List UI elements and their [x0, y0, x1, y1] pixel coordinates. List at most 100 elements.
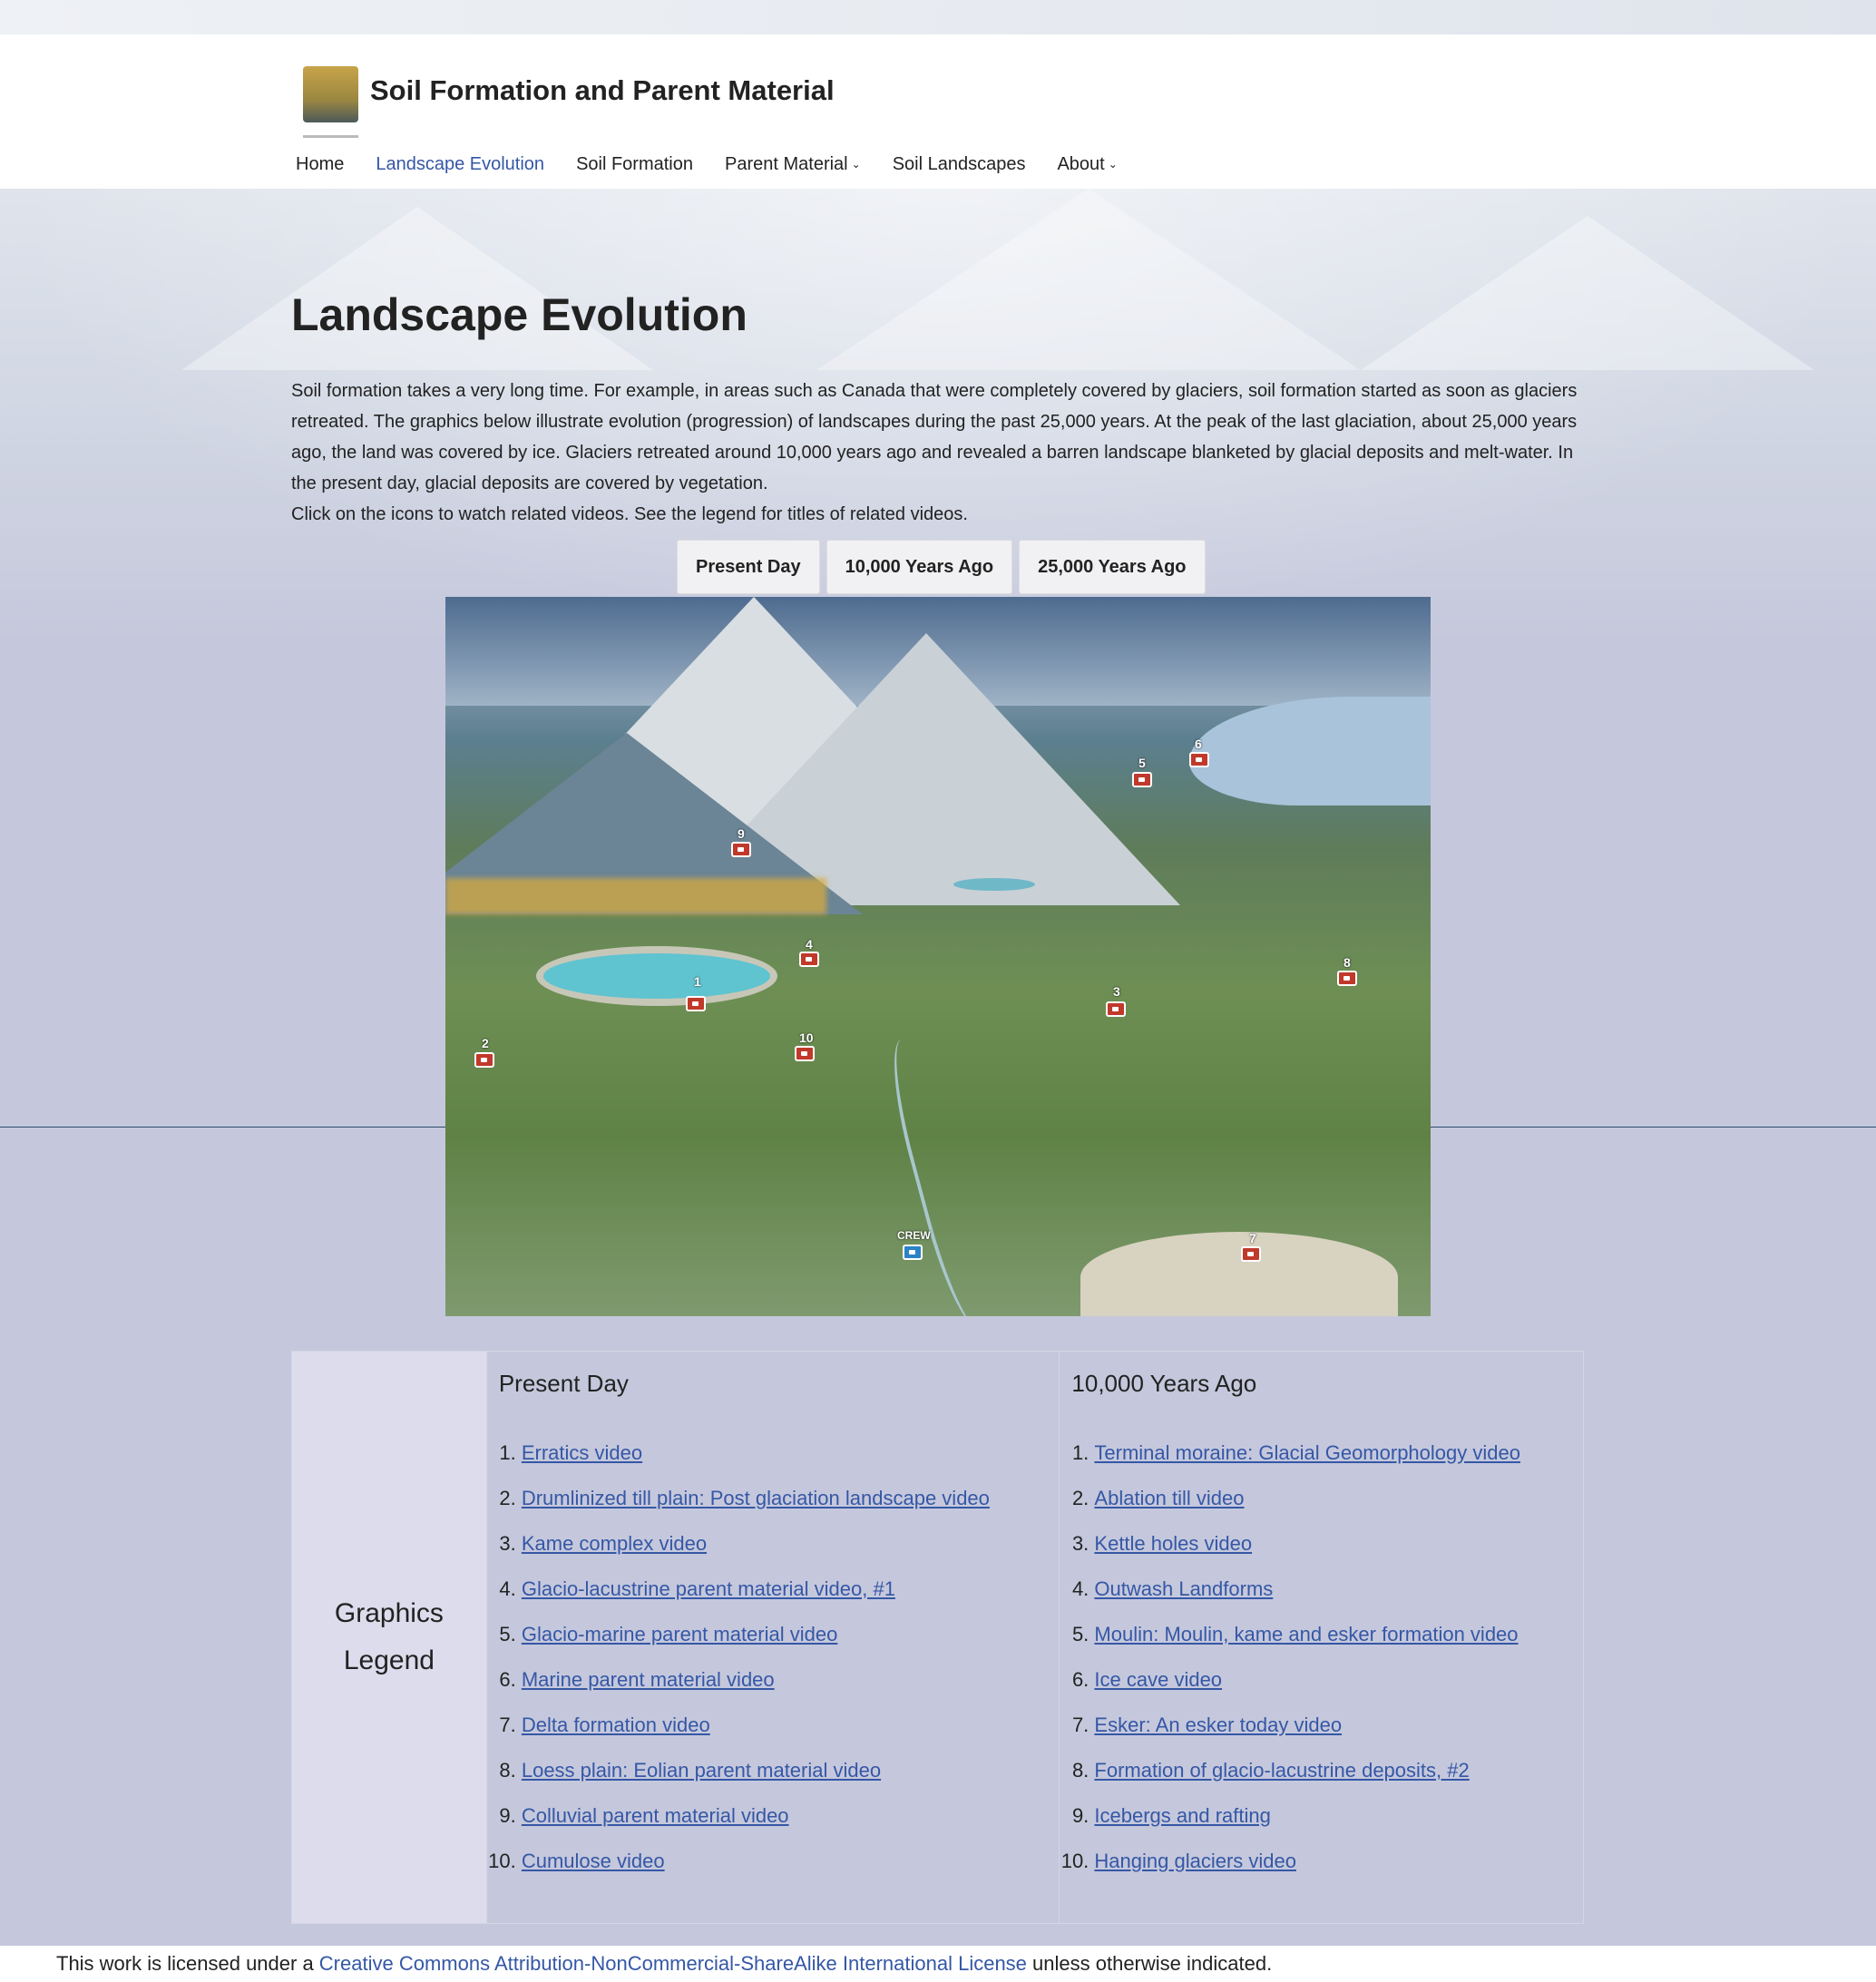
video-link[interactable]: Terminal moraine: Glacial Geomorphology … [1094, 1441, 1520, 1464]
video-link[interactable]: Drumlinized till plain: Post glaciation … [522, 1487, 990, 1509]
present-day-video-list: Erratics video Drumlinized till plain: P… [499, 1430, 1060, 1884]
list-item: Hanging glaciers video [1094, 1839, 1583, 1884]
video-marker-9-icon[interactable] [731, 842, 751, 857]
intro-text: Soil formation takes a very long time. F… [291, 376, 1588, 530]
tab-present-day[interactable]: Present Day [677, 540, 820, 594]
list-item: Ice cave video [1094, 1657, 1583, 1703]
video-link[interactable]: Glacio-lacustrine parent material video,… [522, 1577, 895, 1600]
video-link[interactable]: Outwash Landforms [1094, 1577, 1273, 1600]
video-link[interactable]: Kettle holes video [1094, 1532, 1252, 1555]
legend-present-day-title: Present Day [498, 1370, 629, 1397]
video-marker-crew-icon[interactable] [903, 1245, 923, 1260]
list-item: Kame complex video [522, 1521, 1060, 1567]
marker-label: 3 [1113, 984, 1120, 999]
video-marker-8-icon[interactable] [1337, 971, 1357, 986]
list-item: Kettle holes video [1094, 1521, 1583, 1567]
list-item: Icebergs and rafting [1094, 1793, 1583, 1839]
scene-autumn-trees [445, 878, 826, 914]
nav-soil-landscapes-label: Soil Landscapes [892, 154, 1026, 174]
list-item: Glacio-lacustrine parent material video,… [522, 1567, 1060, 1612]
license-prefix: This work is licensed under a [56, 1952, 319, 1975]
page-title: Landscape Evolution [291, 289, 747, 340]
video-link[interactable]: Icebergs and rafting [1094, 1804, 1270, 1827]
nav-parent-material[interactable]: Parent Material ⌄ [725, 154, 861, 175]
video-link[interactable]: Glacio-marine parent material video [522, 1623, 838, 1645]
video-link[interactable]: Hanging glaciers video [1094, 1850, 1296, 1872]
nav-soil-landscapes[interactable]: Soil Landscapes [893, 154, 1026, 175]
video-marker-7-icon[interactable] [1241, 1246, 1261, 1262]
video-marker-2-icon[interactable] [474, 1052, 494, 1068]
marker-label: 9 [738, 826, 745, 841]
list-item: Ablation till video [1094, 1476, 1583, 1521]
marker-label: CREW [897, 1229, 931, 1242]
video-link[interactable]: Ablation till video [1094, 1487, 1244, 1509]
marker-label: 2 [482, 1036, 489, 1050]
video-link[interactable]: Marine parent material video [522, 1668, 775, 1691]
scene-pond [953, 878, 1035, 891]
scene-sea [1189, 697, 1431, 805]
legend-heading-line2: Legend [343, 1645, 435, 1675]
scene-lake [536, 946, 777, 1006]
marker-label: 7 [1249, 1231, 1256, 1245]
nav-home[interactable]: Home [296, 154, 344, 175]
video-link[interactable]: Colluvial parent material video [522, 1804, 789, 1827]
background-mountain [816, 189, 1361, 370]
video-link[interactable]: Cumulose video [522, 1850, 665, 1872]
video-link[interactable]: Delta formation video [522, 1714, 710, 1736]
graphics-legend: Graphics Legend Present Day Erratics vid… [291, 1351, 1584, 1924]
video-marker-5-icon[interactable] [1132, 772, 1152, 787]
tab-10000-years-ago[interactable]: 10,000 Years Ago [826, 540, 1013, 594]
video-link[interactable]: Kame complex video [522, 1532, 707, 1555]
legend-10000-years-ago-title: 10,000 Years Ago [1071, 1370, 1257, 1397]
top-banner-strip [0, 0, 1876, 34]
video-marker-1-icon[interactable] [686, 996, 706, 1011]
site-title[interactable]: Soil Formation and Parent Material [370, 74, 835, 107]
video-link[interactable]: Ice cave video [1094, 1668, 1222, 1691]
era-tabs: Present Day 10,000 Years Ago 25,000 Year… [677, 540, 1206, 594]
scene-delta [1080, 1232, 1398, 1316]
nav-soil-formation[interactable]: Soil Formation [576, 154, 693, 175]
marker-label: 5 [1138, 756, 1146, 770]
nav-home-label: Home [296, 154, 345, 174]
nav-about-label: About [1057, 154, 1105, 174]
video-marker-10-icon[interactable] [795, 1046, 815, 1061]
list-item: Glacio-marine parent material video [522, 1612, 1060, 1657]
scene-river [879, 1030, 1013, 1316]
list-item: Outwash Landforms [1094, 1567, 1583, 1612]
intro-paragraph: Soil formation takes a very long time. F… [291, 381, 1578, 493]
video-link[interactable]: Loess plain: Eolian parent material vide… [522, 1759, 881, 1782]
video-marker-6-icon[interactable] [1189, 752, 1209, 767]
video-link[interactable]: Formation of glacio-lacustrine deposits,… [1094, 1759, 1469, 1782]
legend-heading: Graphics Legend [292, 1352, 487, 1923]
video-link[interactable]: Moulin: Moulin, kame and esker formation… [1094, 1623, 1518, 1645]
marker-label: 8 [1343, 955, 1351, 970]
video-link[interactable]: Erratics video [522, 1441, 642, 1464]
marker-label: 6 [1195, 737, 1202, 751]
list-item: Loess plain: Eolian parent material vide… [522, 1748, 1060, 1793]
background-mountain [1361, 216, 1814, 370]
marker-label: 10 [799, 1030, 814, 1045]
nav-landscape-evolution[interactable]: Landscape Evolution [376, 154, 544, 175]
list-item: Colluvial parent material video [522, 1793, 1060, 1839]
chevron-down-icon: ⌄ [851, 158, 861, 171]
video-marker-3-icon[interactable] [1106, 1001, 1126, 1017]
nav-landscape-evolution-label: Landscape Evolution [376, 154, 545, 174]
marker-label: 1 [694, 974, 701, 989]
site-logo[interactable] [303, 66, 358, 122]
logo-caption [303, 135, 358, 138]
landscape-illustration: 1 2 3 4 5 6 7 8 9 10 CREW [445, 597, 1431, 1316]
nav-about[interactable]: About ⌄ [1057, 154, 1117, 175]
chevron-down-icon: ⌄ [1108, 158, 1118, 171]
tab-25000-years-ago[interactable]: 25,000 Years Ago [1019, 540, 1206, 594]
video-marker-4-icon[interactable] [799, 952, 819, 967]
license-link[interactable]: Creative Commons Attribution-NonCommerci… [319, 1952, 1027, 1975]
marker-label: 4 [806, 937, 813, 952]
list-item: Erratics video [522, 1430, 1060, 1476]
legend-10000-years-ago: 10,000 Years Ago Terminal moraine: Glaci… [1060, 1352, 1583, 1923]
license-suffix: unless otherwise indicated. [1026, 1952, 1273, 1975]
instruction-text: Click on the icons to watch related vide… [291, 504, 968, 524]
nav-soil-formation-label: Soil Formation [576, 154, 693, 174]
video-link[interactable]: Esker: An esker today video [1094, 1714, 1342, 1736]
legend-present-day: Present Day Erratics video Drumlinized t… [487, 1352, 1060, 1923]
list-item: Marine parent material video [522, 1657, 1060, 1703]
